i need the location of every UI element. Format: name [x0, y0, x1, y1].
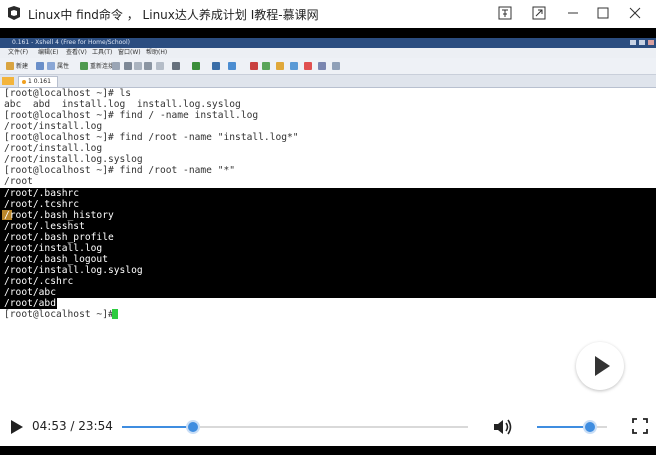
menu-view[interactable]: 查看(V) — [66, 48, 87, 58]
properties-icon[interactable] — [47, 62, 55, 70]
terminal-line: [root@localhost ~]# find /root -name "*" — [4, 165, 236, 176]
xshell-title-bar: 0.161 - Xshell 4 (Free for Home/School) — [0, 38, 656, 48]
terminal-prompt: [root@localhost ~]# — [4, 309, 120, 320]
session-tab-label: 1 0.161 — [28, 78, 51, 85]
menu-help[interactable]: 帮助(H) — [146, 48, 167, 58]
selected-line: /root/.bash_profile — [4, 232, 114, 243]
help-icon[interactable] — [332, 62, 340, 70]
session-tab[interactable]: 1 0.161 — [18, 76, 58, 87]
terminal-line: [root@localhost ~]# ls — [4, 88, 132, 99]
menu-file[interactable]: 文件(F) — [8, 48, 28, 58]
terminal-line: [root@localhost ~]# find /root -name "in… — [4, 132, 299, 143]
xshell-toolbar: 新建 属性 重新连接 — [0, 58, 656, 75]
copy-icon[interactable] — [124, 62, 132, 70]
terminal-line: [root@localhost ~]# find / -name install… — [4, 110, 259, 121]
restore-small-icon[interactable] — [530, 4, 548, 22]
terminal-line: /root/install.log — [4, 143, 103, 154]
selected-line: /root/install.log.syslog — [4, 265, 143, 276]
big-play-icon[interactable] — [576, 342, 624, 390]
paste-icon[interactable] — [134, 62, 142, 70]
selected-line: /root/.bash_logout — [4, 254, 108, 265]
duration: 23:54 — [78, 419, 113, 433]
select-all-icon[interactable] — [156, 62, 164, 70]
terminal-cursor — [112, 309, 118, 319]
xftp-icon[interactable] — [250, 62, 258, 70]
script-icon[interactable] — [290, 62, 298, 70]
play-icon[interactable] — [10, 419, 24, 435]
new-session-label[interactable]: 新建 — [16, 61, 28, 70]
selected-line: /root/.bashrc — [4, 188, 80, 199]
xshell-window: 0.161 - Xshell 4 (Free for Home/School) … — [0, 38, 656, 408]
minimize-icon[interactable] — [564, 4, 582, 22]
menu-window[interactable]: 窗口(W) — [118, 48, 141, 58]
xshell-menu-bar: 文件(F) 编辑(E) 查看(V) 工具(T) 窗口(W) 帮助(H) — [0, 48, 656, 58]
window-title: Linux中 find命令 ， Linux达人养成计划 I教程-慕课网 — [28, 8, 319, 22]
volume-handle[interactable] — [582, 420, 597, 434]
menu-tools[interactable]: 工具(T) — [92, 48, 112, 58]
color-scheme-icon[interactable] — [192, 62, 200, 70]
stop-icon[interactable] — [304, 62, 312, 70]
terminal[interactable]: [root@localhost ~]# ls abc abd install.l… — [0, 88, 656, 408]
menu-edit[interactable]: 编辑(E) — [38, 48, 58, 58]
print-icon[interactable] — [172, 62, 180, 70]
find-icon[interactable] — [144, 62, 152, 70]
progress-fill — [122, 426, 193, 428]
transfer-icon[interactable] — [262, 62, 270, 70]
globe-icon[interactable] — [228, 62, 236, 70]
terminal-line: /root/install.log.syslog — [4, 154, 143, 165]
terminal-line: /root/install.log — [4, 121, 103, 132]
xshell-maximize-icon[interactable] — [639, 40, 645, 45]
reconnect-icon[interactable] — [80, 62, 88, 70]
selected-line: /root/.cshrc — [4, 276, 74, 287]
volume-fill — [537, 426, 590, 428]
selected-line: /root/.bash_history — [4, 210, 114, 221]
volume-slider[interactable] — [537, 420, 607, 434]
font-icon[interactable] — [212, 62, 220, 70]
selected-line: /root/.lesshst — [4, 221, 85, 232]
xshell-close-icon[interactable] — [648, 40, 654, 45]
time-display: 04:53 / 23:54 — [32, 419, 113, 433]
maximize-icon[interactable] — [594, 4, 612, 22]
volume-icon[interactable] — [493, 418, 513, 436]
close-icon[interactable] — [626, 4, 644, 22]
fullscreen-icon[interactable] — [632, 418, 648, 434]
disconnect-icon[interactable] — [112, 62, 120, 70]
window-title-bar: Linux中 find命令 ， Linux达人养成计划 I教程-慕课网 — [0, 0, 656, 28]
progress-handle[interactable] — [185, 420, 200, 434]
current-time: 04:53 — [32, 419, 67, 433]
player-controls: 04:53 / 23:54 — [0, 408, 656, 446]
selected-line: /root/.tcshrc — [4, 199, 80, 210]
open-folder-icon[interactable] — [36, 62, 44, 70]
properties-label[interactable]: 属性 — [57, 61, 69, 70]
selected-line: /root/abc — [4, 287, 56, 298]
lock-icon[interactable] — [276, 62, 284, 70]
selected-line: /root/install.log — [4, 243, 103, 254]
annotation-text: 当前目录所有文件 — [218, 236, 315, 250]
xshell-title: 0.161 - Xshell 4 (Free for Home/School) — [12, 39, 130, 46]
video-frame[interactable]: 0.161 - Xshell 4 (Free for Home/School) … — [0, 28, 656, 455]
new-session-icon[interactable] — [6, 62, 14, 70]
terminal-line: abc abd install.log install.log.syslog — [4, 99, 241, 110]
progress-bar[interactable] — [122, 420, 468, 434]
tab-nav-icon[interactable] — [2, 77, 14, 85]
selected-line: /root/abd — [4, 298, 56, 309]
pin-icon[interactable] — [496, 4, 514, 22]
reconnect-label[interactable]: 重新连接 — [90, 61, 114, 70]
xshell-minimize-icon[interactable] — [630, 40, 636, 45]
xshell-tab-bar: 1 0.161 — [0, 75, 656, 88]
fullscreen-toolbar-icon[interactable] — [318, 62, 326, 70]
terminal-line: /root — [4, 176, 33, 187]
session-status-icon — [22, 80, 26, 84]
browser-logo-icon — [8, 6, 20, 20]
